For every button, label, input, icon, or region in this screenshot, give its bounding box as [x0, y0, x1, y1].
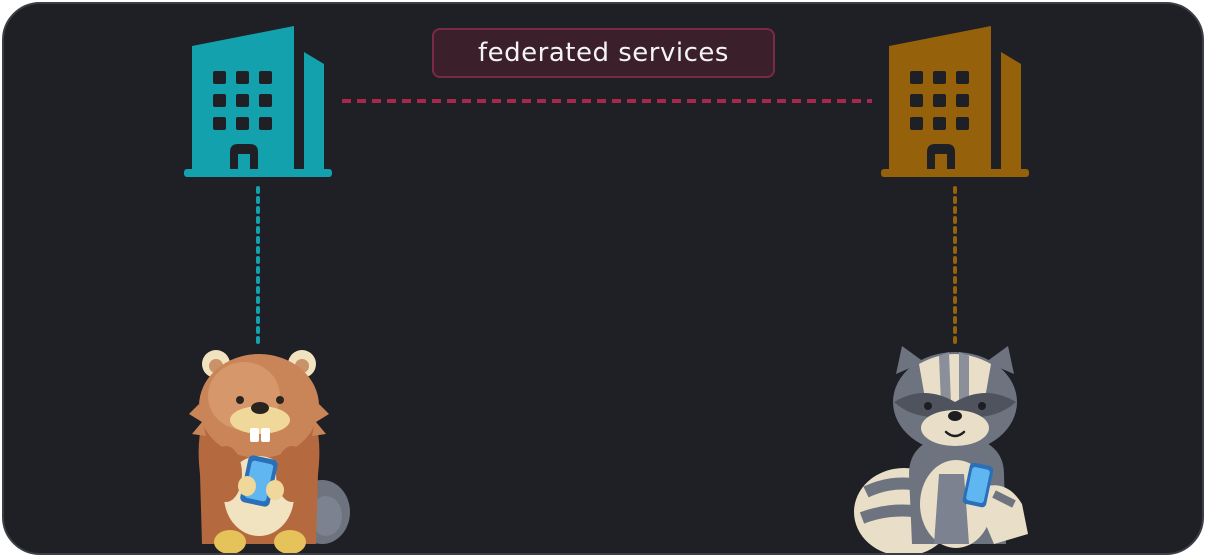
beaver-user-icon [189, 350, 350, 553]
server-left-building-icon [184, 26, 332, 177]
raccoon-user-icon [854, 346, 1028, 553]
federation-diagram [184, 26, 1029, 553]
diagram-panel: federated services [2, 2, 1204, 555]
server-right-building-icon [881, 26, 1029, 177]
